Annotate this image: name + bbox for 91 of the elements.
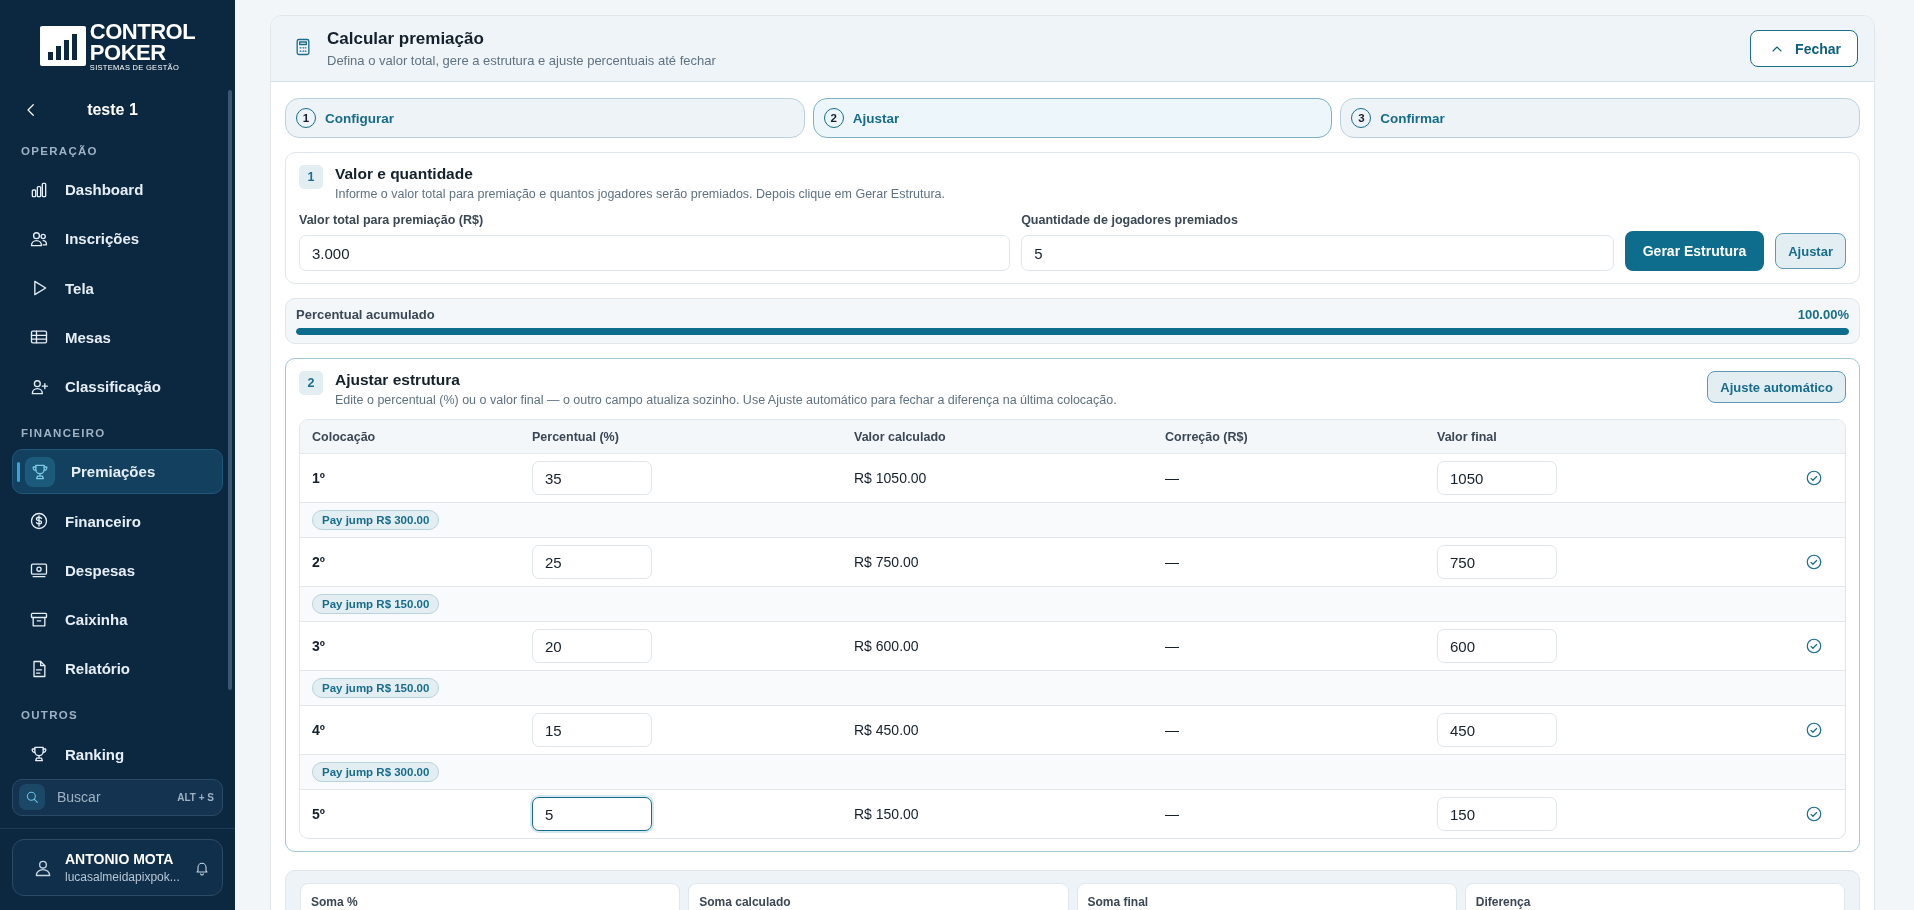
nav-item[interactable]: Despesas xyxy=(12,547,223,593)
nav-item[interactable]: Inscrições xyxy=(12,216,223,262)
search-icon xyxy=(24,789,40,806)
table-cell-text: R$ 750.00 xyxy=(854,554,920,570)
final-value-field[interactable]: 600 xyxy=(1437,629,1557,663)
nav-item[interactable]: Relatório xyxy=(12,646,223,692)
nav-item[interactable]: Premiações xyxy=(12,449,223,495)
section-title: Ajustar estrutura xyxy=(335,371,461,389)
user-email: lucasalmeidapixpok... xyxy=(65,870,181,885)
section-heading: OPERAÇÃO xyxy=(20,143,99,159)
tournament-title: teste 1 xyxy=(86,100,139,119)
step-tab[interactable]: 3 Confirmar xyxy=(1340,98,1860,138)
table-cell-text: — xyxy=(1165,554,1180,570)
summary-label: Soma final xyxy=(1087,895,1149,909)
nav-item[interactable]: Tela xyxy=(12,265,223,311)
user-name: ANTONIO MOTA xyxy=(65,851,175,868)
nav-item[interactable]: Mesas xyxy=(12,314,223,360)
pay-jump-tag: Pay jump R$ 300.00 xyxy=(312,762,440,782)
table-cell-text: — xyxy=(1165,722,1180,738)
summary-label: Soma calculado xyxy=(699,895,791,909)
pay-jump-tag: Pay jump R$ 300.00 xyxy=(312,510,440,530)
section-heading: FINANCEIRO xyxy=(20,426,107,442)
auto-adjust-button[interactable]: Ajuste automático xyxy=(1707,371,1846,403)
column-header: Colocação xyxy=(312,429,377,444)
section-description: Informe o valor total para premiação e quantos jogadores serão premiados. Depois clique em Gerar Estrutura. xyxy=(335,187,947,201)
search-input[interactable]: Buscar xyxy=(55,788,168,807)
input-field[interactable]: 3.000 xyxy=(299,235,1011,271)
percent-field[interactable]: 5 xyxy=(532,797,652,831)
final-value-field[interactable]: 150 xyxy=(1437,797,1557,831)
pay-jump-tag: Pay jump R$ 150.00 xyxy=(312,678,440,698)
final-value-field[interactable]: 450 xyxy=(1437,713,1557,747)
percent-field[interactable]: 25 xyxy=(532,545,652,579)
field-label: Valor total para premiação (R$) xyxy=(299,213,485,227)
column-header: Valor calculado xyxy=(854,429,947,444)
progress-reading: 100.00% xyxy=(1797,307,1849,322)
step-number: 2 xyxy=(299,371,323,395)
nav-item[interactable]: Dashboard xyxy=(12,166,223,213)
table-cell-text: — xyxy=(1165,638,1180,654)
input-field[interactable]: 5 xyxy=(1021,235,1614,271)
search-field[interactable]: Buscar ALT + S xyxy=(12,778,223,817)
nav-item[interactable]: Caixinha xyxy=(12,596,223,643)
table-cell-text: R$ 150.00 xyxy=(854,806,920,822)
check-circle-icon xyxy=(1805,805,1823,823)
table-cell-text: R$ 1050.00 xyxy=(854,470,928,486)
close-button[interactable]: Fechar xyxy=(1750,30,1858,67)
summary-label: Diferença xyxy=(1475,895,1531,909)
column-header: Correção (R$) xyxy=(1165,429,1249,444)
check-circle-icon xyxy=(1805,553,1823,571)
check-circle-icon xyxy=(1805,637,1823,655)
user-card[interactable]: ANTONIO MOTA lucasalmeidapixpok... xyxy=(12,839,223,897)
percent-field[interactable]: 20 xyxy=(532,629,652,663)
table-cell-text: 4º xyxy=(312,722,326,738)
pay-jump-tag: Pay jump R$ 150.00 xyxy=(312,594,440,614)
final-value-field[interactable]: 750 xyxy=(1437,545,1557,579)
check-circle-icon xyxy=(1805,469,1823,487)
check-circle-icon xyxy=(1805,721,1823,739)
nav-item[interactable]: Ranking xyxy=(12,731,223,777)
adjust-button[interactable]: Ajustar xyxy=(1775,233,1846,269)
section-title: Valor e quantidade xyxy=(335,165,474,183)
table-cell-text: 5º xyxy=(312,806,326,822)
section-description: Edite o percentual (%) ou o valor final — o outro campo atualiza sozinho. Use Ajuste automático para fechar a diferença na última colocação. xyxy=(335,393,1118,407)
nav-item[interactable]: Financeiro xyxy=(12,498,223,544)
table-cell-text: 3º xyxy=(312,638,326,654)
table-cell-text: R$ 600.00 xyxy=(854,638,920,654)
section-heading: OUTROS xyxy=(20,708,79,724)
field-label: Quantidade de jogadores premiados xyxy=(1021,213,1239,227)
step-tab[interactable]: 1 Configurar xyxy=(285,98,805,138)
logo-icon xyxy=(39,26,86,67)
nav-item[interactable]: Classificação xyxy=(12,363,223,410)
generate-button[interactable]: Gerar Estrutura xyxy=(1624,231,1765,271)
step-tab[interactable]: 2 Ajustar xyxy=(812,98,1333,138)
logo-text: POKER xyxy=(89,42,166,64)
percent-field[interactable]: 15 xyxy=(532,713,652,747)
scrollbar[interactable] xyxy=(228,90,232,690)
step-number: 1 xyxy=(299,165,323,189)
table-cell-text: — xyxy=(1165,470,1180,486)
shortcut-hint: ALT + S xyxy=(177,791,214,803)
summary-label: Soma % xyxy=(311,895,358,909)
progress-label: Percentual acumulado xyxy=(296,307,435,322)
column-header: Valor final xyxy=(1437,429,1498,444)
panel-subtitle: Defina o valor total, gere a estrutura e ajuste percentuais até fechar xyxy=(327,53,717,68)
column-header: Percentual (%) xyxy=(532,429,620,444)
table-cell-text: 2º xyxy=(312,554,326,570)
table-cell-text: R$ 450.00 xyxy=(854,722,920,738)
logo-text: CONTROL xyxy=(89,22,196,43)
panel-title: Calcular premiação xyxy=(327,29,485,49)
table-cell-text: 1º xyxy=(312,470,326,486)
percent-field[interactable]: 35 xyxy=(532,461,652,495)
dollar-icon xyxy=(29,511,49,532)
table-cell-text: — xyxy=(1165,806,1180,822)
final-value-field[interactable]: 1050 xyxy=(1437,461,1557,495)
